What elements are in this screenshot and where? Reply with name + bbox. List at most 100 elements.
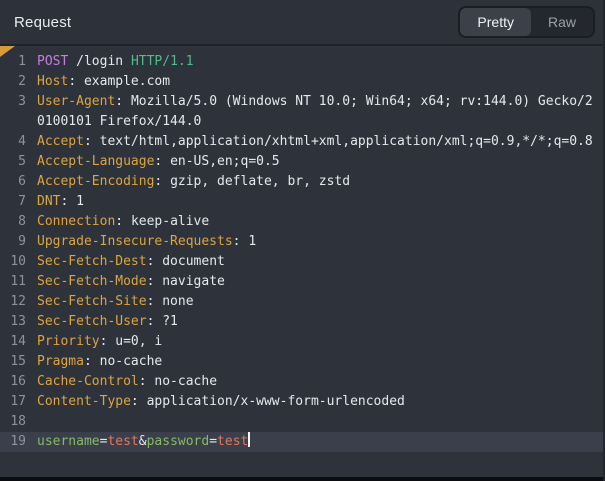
code-token: example.com [84,74,170,89]
code-line[interactable]: 19username=test&password=test [0,432,603,452]
line-number: 17 [0,392,26,412]
line-number: 4 [0,132,26,152]
code-token: Accept [37,134,84,149]
code-token: : [147,274,163,289]
code-token: Sec-Fetch-Mode [37,274,147,289]
line-number: 19 [0,432,26,452]
line-number: 6 [0,172,26,192]
bottom-edge [0,477,603,481]
code-text: Sec-Fetch-User: ?1 [37,312,597,332]
code-token: /login [76,54,123,69]
line-number: 14 [0,332,26,352]
code-line[interactable]: 4 Accept: text/html,application/xhtml+xml… [0,132,603,152]
code-token: Accept-Language [37,154,154,169]
code-token: ?1 [162,314,178,329]
code-token: : [233,234,249,249]
line-number: 16 [0,372,26,392]
line-number: 13 [0,312,26,332]
code-token: : [84,134,100,149]
code-text: Sec-Fetch-Dest: document [37,252,597,272]
line-number: 15 [0,352,26,372]
code-token: application/x-www-form-urlencoded [147,394,405,409]
code-token: Content-Type [37,394,131,409]
code-token [123,54,131,69]
code-text [37,412,597,432]
code-line[interactable]: 16 Cache-Control: no-cache [0,372,603,392]
raw-tab[interactable]: Raw [531,8,593,36]
code-token [68,54,76,69]
code-text: User-Agent: Mozilla/5.0 (Windows NT 10.0… [37,92,597,132]
code-line[interactable]: 17 Content-Type: application/x-www-form-u… [0,392,603,412]
code-token: 1 [248,234,256,249]
code-token: : [115,214,131,229]
code-token: no-cache [154,374,217,389]
code-text: Pragma: no-cache [37,352,597,372]
code-line[interactable]: 11 Sec-Fetch-Mode: navigate [0,272,603,292]
code-line[interactable]: 1POST /login HTTP/1.1 [0,52,603,72]
code-token: = [209,434,217,449]
code-token: : [68,74,84,89]
code-token: POST [37,54,68,69]
code-token: Pragma [37,354,84,369]
code-token: : [115,94,131,109]
code-token: Accept-Encoding [37,174,154,189]
line-number: 7 [0,192,26,212]
code-line[interactable]: 8Connection: keep-alive [0,212,603,232]
code-token: Connection [37,214,115,229]
code-text: Connection: keep-alive [37,212,597,232]
line-number: 18 [0,412,26,432]
code-token: en-US,en;q=0.5 [170,154,280,169]
line-number: 10 [0,252,26,272]
code-line[interactable]: 6Accept-Encoding: gzip, deflate, br, zst… [0,172,603,192]
code-token: : [154,174,170,189]
code-token: : [139,374,155,389]
code-token: Priority [37,334,100,349]
code-text: Accept: text/html,application/xhtml+xml,… [37,132,597,152]
code-text: Cache-Control: no-cache [37,372,597,392]
code-token: User-Agent [37,94,115,109]
code-text: Priority: u=0, i [37,332,597,352]
request-editor[interactable]: 1POST /login HTTP/1.12Host: example.com3… [0,46,603,477]
line-number: 3 [0,92,26,112]
code-token: DNT [37,194,60,209]
code-text: Host: example.com [37,72,597,92]
code-token: Host [37,74,68,89]
code-token: : [100,334,116,349]
code-text: DNT: 1 [37,192,597,212]
editable-corner-icon [0,46,15,57]
code-text: Sec-Fetch-Mode: navigate [37,272,597,292]
line-number: 11 [0,272,26,292]
code-token: : [131,394,147,409]
line-number: 5 [0,152,26,172]
code-token: document [162,254,225,269]
code-token: : [147,254,163,269]
code-line[interactable]: 7 DNT: 1 [0,192,603,212]
line-number: 12 [0,292,26,312]
code-line[interactable]: 12 Sec-Fetch-Site: none [0,292,603,312]
code-line[interactable]: 18 [0,412,603,432]
code-line[interactable]: 13 Sec-Fetch-User: ?1 [0,312,603,332]
code-token: Sec-Fetch-Dest [37,254,147,269]
code-token: 1 [76,194,84,209]
code-token: test [107,434,138,449]
panel-title: Request [14,14,71,31]
code-text: Accept-Language: en-US,en;q=0.5 [37,152,597,172]
code-line[interactable]: 9Upgrade-Insecure-Requests: 1 [0,232,603,252]
code-line[interactable]: 5 Accept-Language: en-US,en;q=0.5 [0,152,603,172]
code-line[interactable]: 14 Priority: u=0, i [0,332,603,352]
pretty-tab[interactable]: Pretty [460,8,531,36]
code-token: & [139,434,147,449]
code-text: Upgrade-Insecure-Requests: 1 [37,232,597,252]
code-text: username=test&password=test [37,432,597,452]
code-line[interactable]: 3 User-Agent: Mozilla/5.0 (Windows NT 10.… [0,92,603,132]
request-panel-header: Request PrettyRaw [0,0,603,46]
code-token: Cache-Control [37,374,139,389]
code-token: HTTP/1.1 [131,54,194,69]
code-token: text/html,application/xhtml+xml,applicat… [100,134,593,149]
code-text: POST /login HTTP/1.1 [37,52,597,72]
code-text: Sec-Fetch-Site: none [37,292,597,312]
code-line[interactable]: 10 Sec-Fetch-Dest: document [0,252,603,272]
code-line[interactable]: 15 Pragma: no-cache [0,352,603,372]
code-line[interactable]: 2Host: example.com [0,72,603,92]
code-token: : [147,314,163,329]
